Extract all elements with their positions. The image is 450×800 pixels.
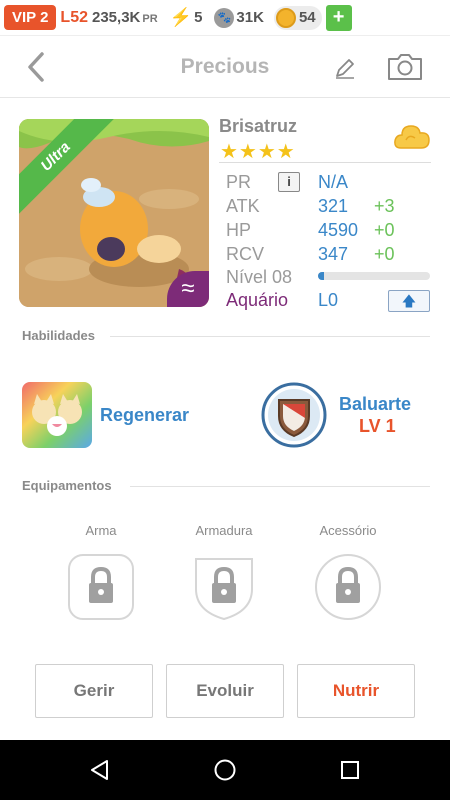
feed-button[interactable]: Nutrir xyxy=(297,664,415,718)
hp-bonus: +0 xyxy=(374,220,395,240)
accessory-slot[interactable] xyxy=(314,553,382,621)
atk-value: 321 xyxy=(318,196,349,216)
home-circle-icon[interactable] xyxy=(213,758,237,782)
divider xyxy=(130,486,430,487)
lightning-icon: ⚡ xyxy=(169,7,193,27)
xp-progress-bar xyxy=(318,272,430,280)
evolve-button[interactable]: Evoluir xyxy=(166,664,284,718)
skill-level: LV 1 xyxy=(359,416,396,436)
paw-counter: 🐾 31K xyxy=(214,7,264,28)
paw-value: 31K xyxy=(236,9,264,26)
add-coins-button[interactable]: + xyxy=(325,4,352,31)
resource-bar: VIP 2 L52 235,3K PR ⚡ 5 🐾 31K 54 + xyxy=(0,0,450,36)
atk-bonus: +3 xyxy=(374,196,395,216)
pr-value: N/A xyxy=(318,172,349,192)
slot-label-armadura: Armadura xyxy=(195,523,253,538)
coin-counter: 54 xyxy=(273,5,322,30)
coin-value: 54 xyxy=(298,9,316,26)
star-rating: ★★★★ xyxy=(220,141,296,163)
energy-counter: ⚡ 5 xyxy=(170,7,203,28)
power-rating: 235,3K PR xyxy=(92,9,158,27)
shield-icon[interactable] xyxy=(261,382,327,448)
paw-icon: 🐾 xyxy=(214,7,235,28)
page-header: Precious xyxy=(0,36,450,98)
skill-name-baluarte[interactable]: Baluarte xyxy=(339,394,411,415)
coin-icon xyxy=(275,7,296,28)
divider xyxy=(219,162,431,163)
power-rating-value: 235,3K xyxy=(92,8,141,26)
rcv-bonus: +0 xyxy=(374,244,395,264)
hp-value: 4590 xyxy=(318,220,359,240)
pet-portrait[interactable]: Ultra ≈ xyxy=(19,119,209,307)
power-rating-unit: PR xyxy=(142,12,158,25)
rcv-label: RCV xyxy=(226,244,265,264)
xp-progress-fill xyxy=(318,272,324,280)
habitat-label: Aquário xyxy=(226,290,289,310)
slot-label-arma: Arma xyxy=(85,523,117,538)
camera-icon[interactable] xyxy=(386,52,424,82)
arrow-up-icon: 🡅 xyxy=(401,293,417,309)
player-level: L52 xyxy=(60,8,88,26)
recents-square-icon[interactable] xyxy=(338,758,362,782)
hp-label: HP xyxy=(226,220,252,240)
pencil-icon[interactable] xyxy=(333,56,357,80)
manage-button[interactable]: Gerir xyxy=(35,664,153,718)
divider xyxy=(110,336,430,337)
weapon-slot[interactable] xyxy=(67,553,135,621)
system-nav-bar xyxy=(0,740,450,800)
info-button[interactable]: i xyxy=(278,172,300,192)
rcv-value: 347 xyxy=(318,244,349,264)
cloud-icon[interactable] xyxy=(393,120,431,154)
pet-detail-screen: VIP 2 L52 235,3K PR ⚡ 5 🐾 31K 54 + Precio… xyxy=(0,0,450,800)
energy-value: 5 xyxy=(194,9,203,26)
atk-label: ATK xyxy=(226,196,260,216)
skills-section-title: Habilidades xyxy=(22,328,95,343)
cats-icon[interactable] xyxy=(22,382,92,448)
slot-label-acessorio: Acessório xyxy=(319,523,377,538)
equipment-section-title: Equipamentos xyxy=(22,478,112,493)
level-label: Nível 08 xyxy=(226,267,293,287)
back-triangle-icon[interactable] xyxy=(88,758,112,782)
armor-slot[interactable] xyxy=(190,553,258,621)
page-title: Precious xyxy=(180,55,270,78)
pet-name: Brisatruz xyxy=(219,116,298,136)
upgrade-habitat-button[interactable]: 🡅 xyxy=(388,290,430,312)
vip-badge[interactable]: VIP 2 xyxy=(4,5,57,30)
habitat-level: L0 xyxy=(318,290,339,310)
skill-name-regenerar[interactable]: Regenerar xyxy=(100,405,189,426)
pr-label: PR xyxy=(226,172,252,192)
